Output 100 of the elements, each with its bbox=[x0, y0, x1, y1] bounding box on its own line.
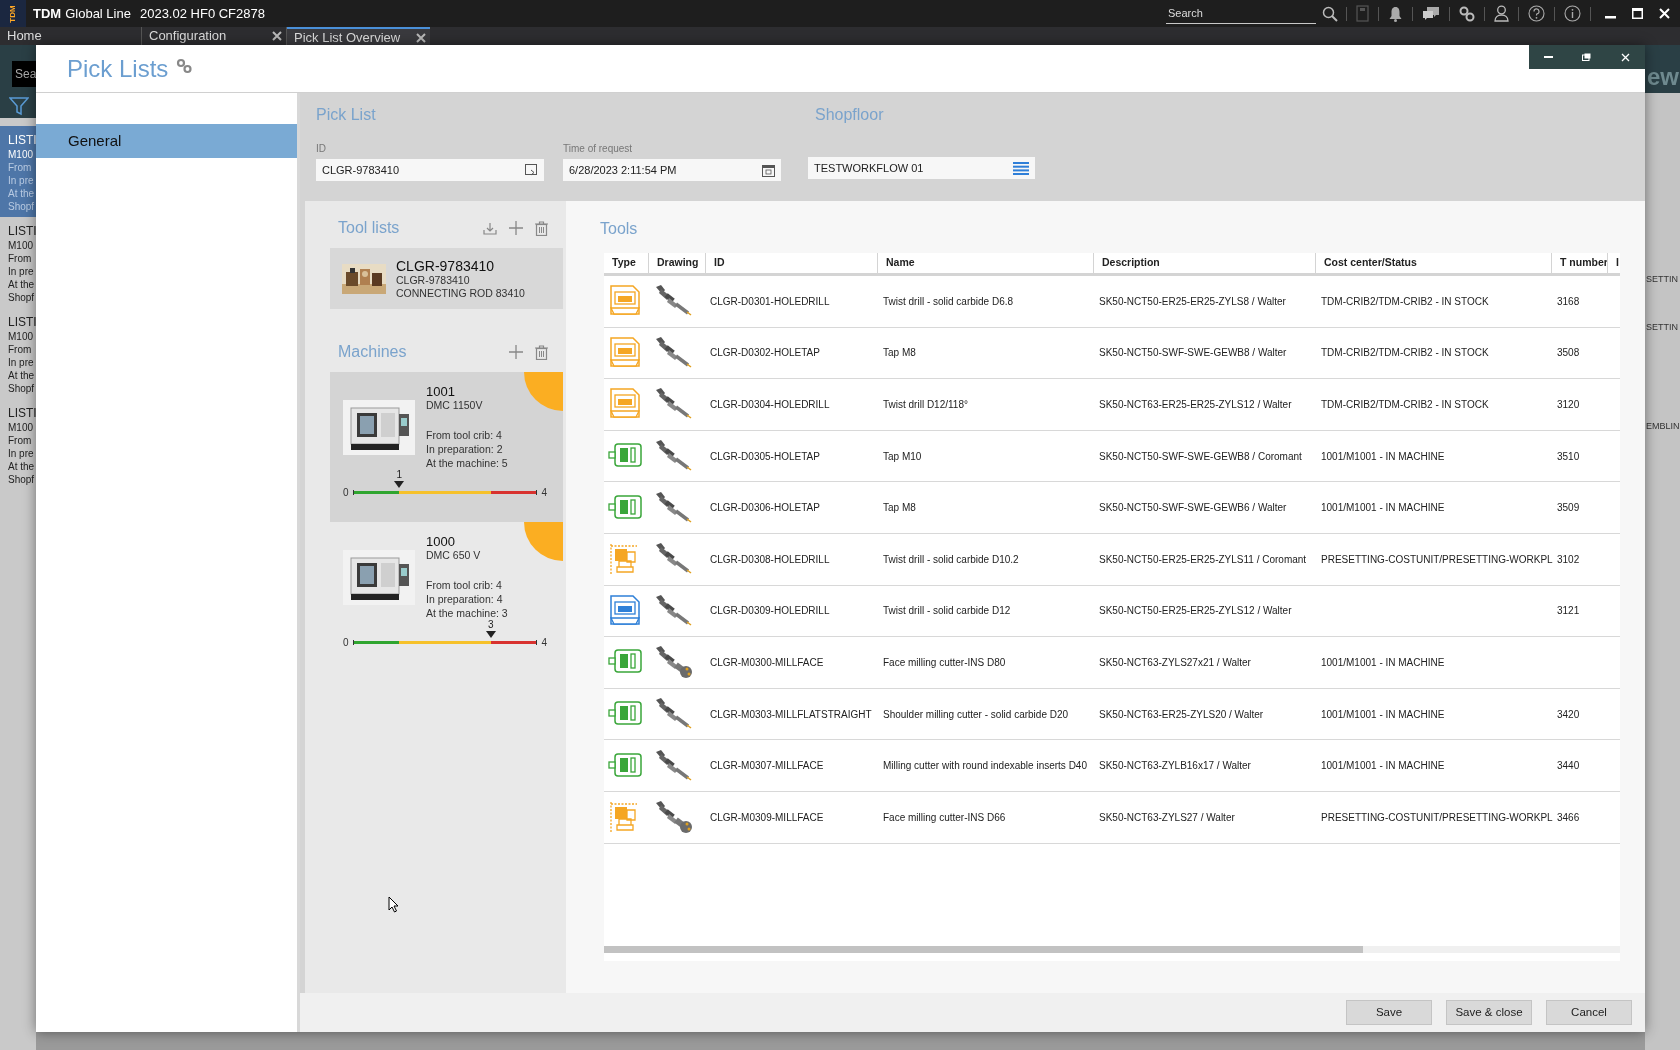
column-header[interactable]: ID bbox=[705, 253, 877, 273]
table-cell-text: SK50-NCT63-ZYLS27x21 / Walter bbox=[1099, 655, 1251, 670]
list-item-text: Shopf bbox=[8, 473, 36, 486]
machine-card[interactable]: 1001 DMC 1150V From tool crib: 4 In preparation: 2 At the machine: 5 0 1 4 bbox=[330, 372, 563, 522]
table-cell-text: 3420 bbox=[1557, 707, 1580, 722]
section-heading: Tool lists bbox=[338, 218, 400, 238]
shopfloor-field[interactable]: TESTWORKFLOW 01 bbox=[808, 157, 1035, 179]
list-item-text: In pre bbox=[8, 447, 35, 460]
column-header[interactable]: I bbox=[1607, 253, 1620, 273]
horizontal-scrollbar[interactable] bbox=[604, 946, 1620, 953]
column-header[interactable]: Cost center/Status bbox=[1315, 253, 1551, 273]
column-header[interactable]: T number bbox=[1551, 253, 1607, 273]
app-brand: TDM bbox=[33, 4, 62, 23]
list-item-text: In pre bbox=[8, 174, 35, 187]
table-cell-text: SK50-NCT50-ER25-ER25-ZYLS12 / Walter bbox=[1099, 604, 1292, 619]
field-label: ID bbox=[316, 142, 327, 156]
user-icon[interactable] bbox=[1494, 5, 1509, 22]
tool-holder-icon bbox=[654, 697, 694, 732]
search-field[interactable]: Search bbox=[1166, 3, 1316, 24]
close-icon[interactable] bbox=[272, 31, 282, 41]
list-item[interactable]: LISTI M100 From In pre At the Shopf bbox=[0, 399, 36, 490]
table-cell-text: 3509 bbox=[1557, 501, 1580, 516]
nav-item[interactable]: General bbox=[36, 124, 297, 158]
table-cell-text: Twist drill - solid carbide D10.2 bbox=[883, 552, 1019, 567]
search-field[interactable]: Sea bbox=[12, 61, 36, 87]
table-cell-text: Tap M8 bbox=[883, 346, 916, 361]
list-item[interactable]: LISTI M100 From In pre At the Shopf bbox=[0, 308, 36, 399]
column-header[interactable]: Name bbox=[877, 253, 1093, 273]
list-item-text: From bbox=[8, 161, 33, 174]
tool-holder-icon bbox=[654, 800, 694, 835]
list-item[interactable]: LISTI M100 From In pre At the Shopf bbox=[0, 126, 36, 217]
table-cell-text: SK50-NCT50-SWF-SWE-GEWB8 / Coromant bbox=[1099, 449, 1302, 464]
gauge-value: 1 bbox=[395, 469, 404, 480]
table-cell-text: SK50-NCT63-ER25-ER25-ZYLS12 / Walter bbox=[1099, 398, 1292, 412]
minimize-icon[interactable] bbox=[1543, 55, 1553, 59]
machine-model: DMC 1150V bbox=[426, 399, 484, 412]
bell-icon[interactable] bbox=[1388, 5, 1403, 22]
settings-icon[interactable] bbox=[1459, 5, 1475, 22]
calendar-icon[interactable] bbox=[762, 163, 775, 177]
machine-number: 1000 bbox=[426, 534, 456, 549]
list-item-text: LISTI bbox=[8, 133, 36, 148]
tool-list-card[interactable]: CLGR-9783410 CLGR-9783410 CONNECTING ROD 83410 bbox=[330, 248, 563, 309]
close-icon[interactable] bbox=[416, 33, 426, 43]
dialog-button[interactable]: Save bbox=[1346, 1000, 1432, 1025]
table-cell-text: 3508 bbox=[1557, 346, 1580, 361]
column-header[interactable]: Drawing bbox=[648, 253, 705, 273]
table-cell-text: CLGR-D0301-HOLEDRILL bbox=[710, 294, 830, 309]
table-cell-text: Face milling cutter-INS D80 bbox=[883, 655, 1006, 670]
gauge-marker[interactable] bbox=[394, 481, 405, 489]
gauge-marker[interactable] bbox=[485, 631, 496, 639]
section-heading: Shopfloor bbox=[815, 105, 885, 125]
table-cell-text: Tap M10 bbox=[883, 449, 922, 464]
date-field[interactable]: 6/28/2023 2:11:54 PM bbox=[563, 159, 781, 181]
table-cell-text: SK50-NCT50-SWF-SWE-GEWB6 / Walter bbox=[1099, 501, 1287, 516]
list-icon[interactable] bbox=[1013, 161, 1029, 175]
column-header[interactable]: Description bbox=[1093, 253, 1315, 273]
search-icon[interactable] bbox=[1322, 5, 1338, 22]
table-cell-text: 1001/M1001 - IN MACHINE bbox=[1321, 655, 1445, 670]
count-text: In preparation: 4 bbox=[426, 592, 504, 606]
id-field[interactable]: CLGR-9783410 bbox=[316, 159, 544, 181]
info-icon[interactable] bbox=[1564, 5, 1581, 22]
open-link-icon[interactable] bbox=[525, 164, 538, 176]
table-cell-text: 1001/M1001 - IN MACHINE bbox=[1321, 501, 1445, 516]
help-icon[interactable] bbox=[1528, 5, 1545, 22]
field-label: Time of request bbox=[563, 142, 634, 156]
restore-icon[interactable] bbox=[1582, 53, 1592, 61]
machine-model: DMC 650 V bbox=[426, 549, 482, 562]
count-text: At the machine: 3 bbox=[426, 606, 508, 620]
table-cell-text: TDM-CRIB2/TDM-CRIB2 - IN STOCK bbox=[1321, 346, 1489, 361]
dialog-button[interactable]: Cancel bbox=[1546, 1000, 1632, 1025]
chat-icon[interactable] bbox=[1422, 6, 1440, 21]
count-text: From tool crib: 4 bbox=[426, 428, 503, 442]
tab[interactable]: Pick List Overview bbox=[287, 27, 430, 45]
table-cell-text: CLGR-M0300-MILLFACE bbox=[710, 655, 824, 670]
list-item-text: From bbox=[8, 343, 33, 356]
filter-icon[interactable] bbox=[9, 96, 29, 116]
import-icon[interactable] bbox=[483, 221, 497, 235]
table-cell-text: Milling cutter with round indexable inserts D40 bbox=[883, 759, 1087, 774]
column-header[interactable]: Type bbox=[604, 253, 648, 273]
table-cell-text: 3120 bbox=[1557, 398, 1580, 412]
list-item-text: LISTI bbox=[8, 406, 36, 421]
table-cell-text: CLGR-M0309-MILLFACE bbox=[710, 810, 824, 825]
list-item-text: LISTI bbox=[8, 224, 36, 239]
count-text: From tool crib: 4 bbox=[426, 578, 503, 592]
table-cell-text: PRESETTING-COSTUNIT/PRESETTING-WORKPL bbox=[1321, 810, 1553, 825]
list-item-text: M100 bbox=[8, 421, 34, 434]
trash-icon[interactable] bbox=[535, 344, 548, 360]
table-cell-text: PRESETTING-COSTUNIT/PRESETTING-WORKPL bbox=[1321, 552, 1553, 567]
app-version: 2023.02 HF0 CF2878 bbox=[139, 4, 265, 23]
maximize-icon[interactable] bbox=[1632, 8, 1643, 19]
list-item[interactable]: LISTI M100 From In pre At the Shopf bbox=[0, 217, 36, 308]
dialog-button[interactable]: Save & close bbox=[1446, 1000, 1532, 1025]
table-cell-text: 3121 bbox=[1557, 604, 1580, 619]
tool-list-id: CLGR-9783410 bbox=[396, 273, 471, 287]
tool-list-title: CLGR-9783410 bbox=[396, 257, 496, 274]
tool-holder-icon bbox=[654, 593, 694, 628]
table-cell-text: Twist drill - solid carbide D6.8 bbox=[883, 294, 1014, 309]
gauge-max: 4 bbox=[541, 486, 547, 500]
tool-holder-icon bbox=[654, 490, 694, 525]
trash-icon[interactable] bbox=[535, 220, 548, 236]
